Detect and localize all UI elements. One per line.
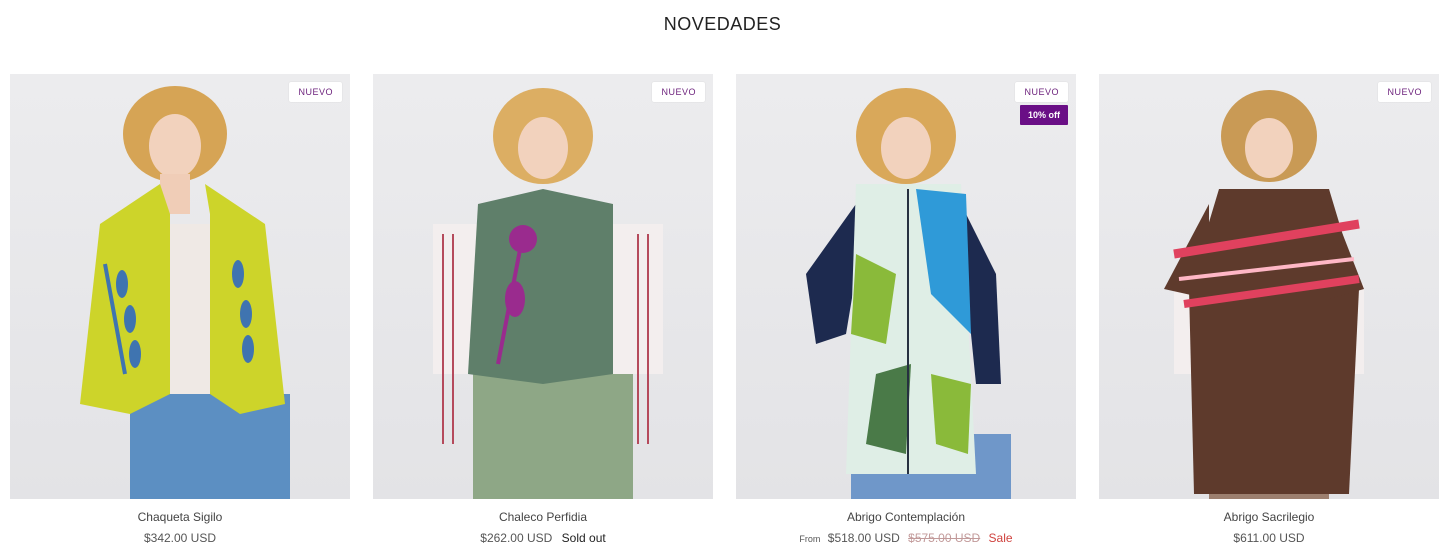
new-badge: NUEVO <box>1015 82 1068 102</box>
model-illustration <box>433 88 663 499</box>
discount-badge: 10% off <box>1019 105 1068 125</box>
from-label: From <box>799 534 821 544</box>
product-grid: NUEVO Chaqueta Sigilo $342.00 USD NUEVO … <box>10 74 1439 545</box>
model-illustration <box>1164 90 1364 499</box>
new-badge: NUEVO <box>652 82 705 102</box>
price-row: $262.00 USD Sold out <box>373 531 713 545</box>
price-row: From $518.00 USD $575.00 USD Sale <box>736 531 1076 545</box>
price-row: $342.00 USD <box>10 531 350 545</box>
product-name[interactable]: Abrigo Sacrilegio <box>1099 510 1439 524</box>
product-card[interactable]: NUEVO Abrigo Sacrilegio $611.00 USD <box>1099 74 1439 545</box>
product-price: $518.00 USD <box>827 531 900 545</box>
sale-label: Sale <box>988 531 1013 545</box>
section-title: NOVEDADES <box>663 14 782 34</box>
product-image[interactable]: NUEVO 10% off <box>736 74 1076 499</box>
model-illustration <box>80 86 290 499</box>
product-card[interactable]: NUEVO 10% off Abrigo Contemplación From … <box>736 74 1076 545</box>
product-name[interactable]: Chaleco Perfidia <box>373 510 713 524</box>
sold-out-label: Sold out <box>561 531 606 545</box>
product-name[interactable]: Abrigo Contemplación <box>736 510 1076 524</box>
product-image[interactable]: NUEVO <box>373 74 713 499</box>
new-badge: NUEVO <box>289 82 342 102</box>
product-image[interactable]: NUEVO <box>1099 74 1439 499</box>
compare-price: $575.00 USD <box>908 531 981 545</box>
product-name[interactable]: Chaqueta Sigilo <box>10 510 350 524</box>
product-price: $342.00 USD <box>143 531 217 545</box>
product-price: $611.00 USD <box>1233 531 1305 545</box>
new-badge: NUEVO <box>1378 82 1431 102</box>
price-row: $611.00 USD <box>1099 531 1439 545</box>
product-image[interactable]: NUEVO <box>10 74 350 499</box>
product-card[interactable]: NUEVO Chaqueta Sigilo $342.00 USD <box>10 74 350 545</box>
model-illustration <box>806 88 1011 499</box>
product-card[interactable]: NUEVO Chaleco Perfidia $262.00 USD Sold … <box>373 74 713 545</box>
product-price: $262.00 USD <box>480 531 553 545</box>
